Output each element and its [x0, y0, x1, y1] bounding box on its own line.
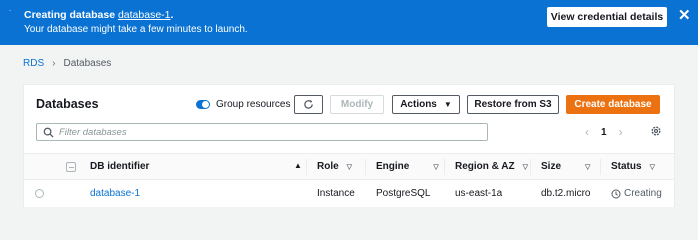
previous-page-icon[interactable]: ‹: [585, 125, 589, 139]
filter-databases-search[interactable]: [36, 123, 488, 141]
flash-message-suffix: .: [170, 9, 174, 21]
table-header: DB identifier ▲ Role ▽ Engine ▽ Region &…: [24, 153, 674, 180]
column-status-label: Status: [611, 161, 642, 172]
search-input[interactable]: [59, 126, 479, 138]
select-all-checkbox[interactable]: [66, 162, 76, 172]
group-resources-label: Group resources: [216, 99, 291, 110]
column-divider: [365, 159, 366, 175]
actions-button[interactable]: Actions ▼: [392, 95, 460, 114]
pagination: ‹ 1 ›: [585, 125, 623, 139]
flash-message-body: Your database might take a few minutes t…: [24, 24, 248, 35]
next-page-icon[interactable]: ›: [619, 125, 623, 139]
column-role-label: Role: [317, 161, 339, 172]
chevron-right-icon: ›: [52, 58, 56, 69]
create-database-button[interactable]: Create database: [566, 95, 660, 114]
filter-icon: ▽: [585, 163, 591, 171]
column-region[interactable]: Region & AZ ▽: [455, 161, 528, 172]
flash-message-title: Creating database database-1.: [24, 9, 173, 21]
flash-database-link[interactable]: database-1: [118, 9, 171, 21]
cell-engine: PostgreSQL: [376, 188, 431, 199]
column-divider: [600, 159, 601, 175]
cell-status: Creating: [611, 188, 662, 199]
column-engine-label: Engine: [376, 161, 410, 172]
filter-icon: ▽: [433, 163, 439, 171]
cell-region: us-east-1a: [455, 188, 503, 199]
filter-icon: ▽: [522, 163, 529, 171]
restore-from-s3-button[interactable]: Restore from S3: [467, 95, 559, 114]
databases-panel: Databases Group resources Modify Actions…: [23, 84, 675, 207]
page-number[interactable]: 1: [601, 127, 607, 138]
flash-dot-icon: ˙: [9, 9, 12, 19]
sort-ascending-icon[interactable]: ▲: [286, 161, 302, 170]
column-role[interactable]: Role ▽: [317, 161, 352, 172]
cell-role: Instance: [317, 188, 355, 199]
close-icon[interactable]: ✕: [678, 8, 691, 23]
gear-icon[interactable]: [650, 125, 662, 137]
group-resources-toggle[interactable]: [196, 100, 210, 109]
column-divider: [444, 159, 445, 175]
table-row[interactable]: database-1 Instance PostgreSQL us-east-1…: [24, 181, 674, 208]
refresh-icon: [304, 99, 313, 109]
status-label: Creating: [624, 188, 662, 199]
column-db-identifier-label: DB identifier: [90, 161, 150, 172]
panel-title: Databases: [36, 97, 99, 111]
actions-label: Actions: [400, 99, 437, 110]
modify-button[interactable]: Modify: [330, 95, 384, 114]
toggle-knob: [202, 101, 209, 108]
column-db-identifier[interactable]: DB identifier: [90, 161, 149, 172]
flash-message-prefix: Creating database: [24, 9, 118, 21]
db-identifier-link[interactable]: database-1: [90, 188, 140, 199]
search-icon: [43, 127, 54, 138]
column-divider: [530, 159, 531, 175]
column-size-label: Size: [541, 161, 562, 172]
cell-size: db.t2.micro: [541, 188, 591, 199]
refresh-button[interactable]: [294, 95, 323, 114]
breadcrumb-rds-link[interactable]: RDS: [23, 58, 44, 69]
flash-notification: ˙ Creating database database-1. Your dat…: [0, 0, 698, 45]
filter-icon: ▽: [346, 163, 353, 171]
row-select-radio[interactable]: [35, 189, 44, 198]
clock-icon: [611, 188, 621, 199]
column-engine[interactable]: Engine ▽: [376, 161, 439, 172]
column-divider: [306, 159, 307, 175]
breadcrumb-current: Databases: [63, 58, 112, 69]
caret-down-icon: ▼: [443, 100, 452, 109]
filter-icon: ▽: [649, 163, 655, 171]
column-status[interactable]: Status ▽: [611, 161, 655, 172]
column-size[interactable]: Size ▽: [541, 161, 590, 172]
view-credential-details-button[interactable]: View credential details: [547, 7, 667, 27]
breadcrumb: RDS › Databases: [23, 58, 111, 69]
column-region-label: Region & AZ: [455, 161, 515, 172]
